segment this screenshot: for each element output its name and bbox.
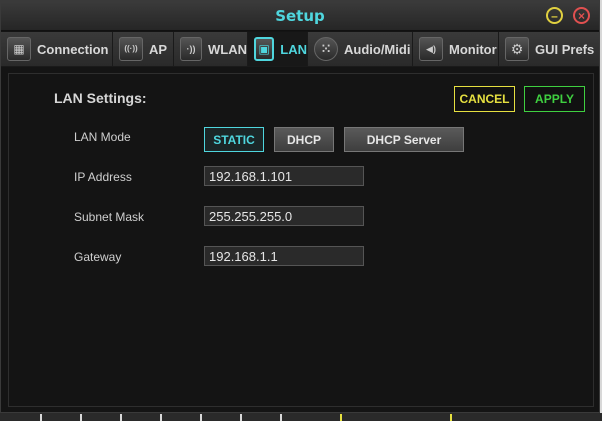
ip-address-field[interactable]: 192.168.1.101 xyxy=(204,166,364,186)
static-mode-button[interactable]: STATIC xyxy=(204,127,264,152)
background-strip xyxy=(0,413,602,421)
strip-divider xyxy=(200,414,202,421)
tab-label: Monitor xyxy=(449,41,497,57)
setup-window: Setup – × ▦ Connection ((·)) AP ·)) WLAN… xyxy=(0,0,600,413)
dhcp-mode-button[interactable]: DHCP xyxy=(274,127,334,152)
tab-label: LAN xyxy=(280,41,307,57)
cancel-button[interactable]: CANCEL xyxy=(454,86,515,112)
lan-settings-panel: LAN Settings: CANCEL APPLY LAN Mode STAT… xyxy=(8,73,594,407)
tab-monitor[interactable]: ◀) Monitor xyxy=(413,32,499,66)
antenna-icon: ((·)) xyxy=(119,37,143,61)
speaker-icon: ◀) xyxy=(419,37,443,61)
strip-divider xyxy=(160,414,162,421)
lan-mode-label: LAN Mode xyxy=(74,130,131,144)
ethernet-icon: ▣ xyxy=(254,37,275,61)
tab-label: GUI Prefs xyxy=(535,41,595,57)
midi-icon: ⁙ xyxy=(314,37,338,61)
strip-divider xyxy=(450,414,452,421)
tab-ap[interactable]: ((·)) AP xyxy=(113,32,174,66)
apply-button[interactable]: APPLY xyxy=(524,86,585,112)
tab-lan[interactable]: ▣ LAN xyxy=(248,32,308,66)
gateway-field[interactable]: 192.168.1.1 xyxy=(204,246,364,266)
tab-label: WLAN xyxy=(208,41,247,57)
tab-label: AP xyxy=(149,41,168,57)
strip-divider xyxy=(340,414,342,421)
tab-gui-prefs[interactable]: ⚙ GUI Prefs xyxy=(499,32,599,66)
subnet-mask-field[interactable]: 255.255.255.0 xyxy=(204,206,364,226)
tab-bar: ▦ Connection ((·)) AP ·)) WLAN ▣ LAN ⁙ A… xyxy=(1,32,599,67)
ip-address-label: IP Address xyxy=(74,170,132,184)
subnet-mask-label: Subnet Mask xyxy=(74,210,145,224)
tab-audio-midi[interactable]: ⁙ Audio/Midi xyxy=(308,32,413,66)
strip-divider xyxy=(120,414,122,421)
tab-label: Connection xyxy=(37,41,109,57)
strip-divider xyxy=(240,414,242,421)
strip-divider xyxy=(280,414,282,421)
minimize-icon: – xyxy=(551,8,558,23)
tab-wlan[interactable]: ·)) WLAN xyxy=(174,32,248,66)
section-title: LAN Settings: xyxy=(54,90,147,106)
gateway-label: Gateway xyxy=(74,250,122,264)
strip-divider xyxy=(40,414,42,421)
tab-label: Audio/Midi xyxy=(344,41,411,57)
minimize-button[interactable]: – xyxy=(546,7,563,24)
close-button[interactable]: × xyxy=(573,7,590,24)
title-bar[interactable]: Setup – × xyxy=(1,1,599,31)
window-title: Setup xyxy=(275,7,325,25)
strip-divider xyxy=(80,414,82,421)
connection-icon: ▦ xyxy=(7,37,31,61)
dhcp-server-mode-button[interactable]: DHCP Server xyxy=(344,127,464,152)
gear-icon: ⚙ xyxy=(505,37,529,61)
wifi-icon: ·)) xyxy=(180,37,202,61)
close-icon: × xyxy=(577,8,585,23)
tab-connection[interactable]: ▦ Connection xyxy=(1,32,113,66)
